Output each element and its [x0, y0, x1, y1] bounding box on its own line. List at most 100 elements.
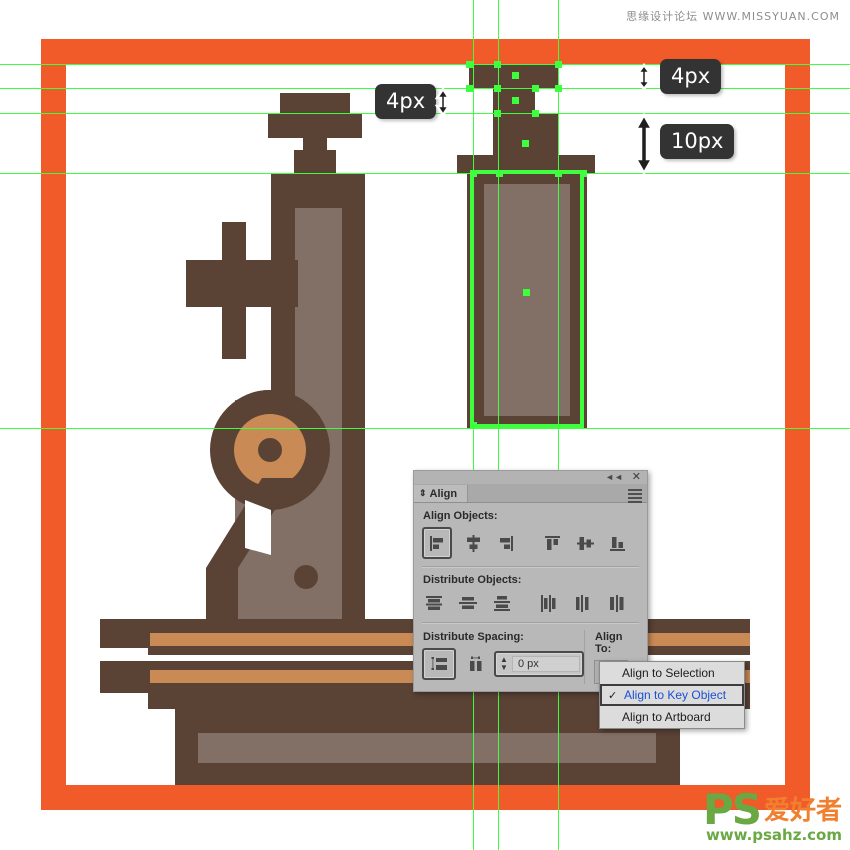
brand-url-text: www.psahz.com: [705, 826, 842, 844]
distribute-horizontal-right-button[interactable]: [605, 591, 629, 615]
horizontal-distribute-space-button[interactable]: [462, 652, 488, 676]
arm-vertical-lower: [222, 307, 246, 359]
anchor-point[interactable]: [555, 85, 562, 92]
anchor-point[interactable]: [470, 170, 477, 177]
anchor-point[interactable]: [555, 61, 562, 68]
horizontal-distribute-right-icon: [610, 594, 624, 612]
head-plate: [268, 113, 362, 138]
align-to-dropdown-menu[interactable]: Align to Selection ✓ Align to Key Object…: [599, 661, 745, 729]
align-horizontal-center-button[interactable]: [462, 531, 485, 555]
measure-label-left-4px: 4px: [375, 84, 437, 120]
table-left-notch-2: [100, 693, 148, 709]
anchor-point[interactable]: [494, 61, 501, 68]
center-point: [512, 97, 519, 104]
checkmark-icon: ✓: [608, 689, 618, 702]
divider: [422, 622, 639, 624]
distribute-horizontal-center-button[interactable]: [571, 591, 595, 615]
align-vertical-top-button[interactable]: [541, 531, 564, 555]
anchor-point[interactable]: [532, 85, 539, 92]
horizontal-distribute-left-icon: [541, 594, 556, 612]
align-objects-label: Align Objects:: [423, 510, 498, 522]
anchor-point[interactable]: [555, 170, 562, 177]
anchor-point[interactable]: [470, 422, 477, 429]
close-icon[interactable]: ✕: [632, 471, 641, 483]
panel-tab-row[interactable]: ⇕ Align: [414, 485, 647, 503]
anchor-point[interactable]: [496, 170, 503, 177]
menu-item-label: Align to Artboard: [622, 710, 711, 724]
distribute-vertical-bottom-button[interactable]: [490, 591, 514, 615]
collapse-icon[interactable]: ◄◄: [605, 473, 623, 482]
vertical-align-top-icon: [545, 535, 561, 550]
guide-horizontal-5: [0, 428, 850, 429]
menu-item-label: Align to Selection: [622, 666, 715, 680]
tab-align[interactable]: ⇕ Align: [414, 485, 469, 502]
anchor-point[interactable]: [466, 61, 473, 68]
align-objects-row: [422, 527, 639, 559]
menu-item-align-to-artboard[interactable]: Align to Artboard: [600, 706, 744, 728]
vertical-distribute-space-icon: [431, 657, 447, 670]
anchor-point[interactable]: [580, 170, 587, 177]
anchor-point[interactable]: [494, 110, 501, 117]
align-to-label: Align To:: [595, 631, 623, 655]
align-vertical-bottom-button[interactable]: [606, 531, 629, 555]
vertical-distribute-bottom-icon: [493, 595, 510, 611]
panel-titlebar[interactable]: ◄◄ ✕: [414, 471, 647, 485]
stepper-arrows-icon[interactable]: ▲ ▼: [496, 656, 512, 672]
distribute-spacing-label: Distribute Spacing:: [423, 631, 524, 643]
distribute-vertical-center-button[interactable]: [456, 591, 480, 615]
double-arrow-icon-right: [633, 113, 655, 175]
anchor-point[interactable]: [466, 85, 473, 92]
base-inset: [198, 733, 656, 763]
head-top-cap: [280, 93, 350, 113]
brand-cn-text: 爱好者: [763, 796, 842, 826]
align-horizontal-left-button[interactable]: [422, 527, 453, 559]
menu-item-label: Align to Key Object: [624, 688, 727, 702]
vertical-distribute-space-button[interactable]: [422, 648, 456, 680]
horizontal-align-right-icon: [500, 535, 514, 551]
spacing-value[interactable]: 0 px: [512, 656, 580, 672]
distribute-objects-row: [422, 591, 639, 615]
anchor-point[interactable]: [532, 110, 539, 117]
spacing-stepper[interactable]: ▲ ▼ 0 px: [494, 651, 584, 677]
distribute-vertical-top-button[interactable]: [422, 591, 446, 615]
double-arrow-icon-left: [434, 87, 452, 117]
horizontal-distribute-center-icon: [576, 594, 589, 612]
distribute-spacing-column: Distribute Spacing: ▲ ▼ 0 px: [422, 630, 584, 684]
head-collar: [294, 150, 336, 174]
chevron-updown-icon: ⇕: [419, 488, 427, 498]
vertical-distribute-center-icon: [458, 596, 477, 609]
selection-bounding-box[interactable]: [470, 170, 584, 428]
align-horizontal-right-button[interactable]: [495, 531, 518, 555]
vertical-distribute-top-icon: [425, 595, 442, 610]
center-point: [512, 72, 519, 79]
align-vertical-center-button[interactable]: [574, 531, 597, 555]
arm-horizontal: [186, 260, 298, 307]
panel-menu-icon[interactable]: [628, 489, 642, 505]
table-left-notch-1: [100, 648, 148, 661]
measure-label-right-4px: 4px: [660, 59, 722, 95]
guide-horizontal-1: [0, 64, 850, 65]
tab-align-label: Align: [429, 487, 458, 500]
measure-label-right-10px: 10px: [660, 124, 735, 160]
distribute-horizontal-left-button[interactable]: [537, 591, 561, 615]
guide-horizontal-4: [0, 173, 850, 174]
menu-item-align-to-selection[interactable]: Align to Selection: [600, 662, 744, 684]
center-point: [522, 140, 529, 147]
distribute-objects-label: Distribute Objects:: [423, 574, 522, 586]
vertical-align-bottom-icon: [610, 536, 626, 551]
screenshot-canvas: 思缘设计论坛 WWW.MISSYUAN.COM 4px 4px 10px ◄◄ …: [0, 0, 850, 850]
brand-ps-text: PS: [702, 785, 762, 835]
vertical-align-center-icon: [576, 536, 594, 550]
brace-rivet: [294, 565, 318, 589]
align-panel[interactable]: ◄◄ ✕ ⇕ Align Align Objects: Distribute O…: [413, 470, 648, 692]
watermark-brand: PS 爱好者: [702, 785, 842, 835]
distribute-spacing-row: ▲ ▼ 0 px: [422, 648, 584, 680]
double-arrow-icon-top-right: [635, 63, 653, 91]
center-point: [523, 289, 530, 296]
horizontal-distribute-space-icon: [469, 656, 481, 671]
wheel-hub-2: [258, 438, 282, 462]
anchor-point[interactable]: [494, 85, 501, 92]
horizontal-align-left-icon: [429, 535, 443, 551]
menu-item-align-to-key-object[interactable]: ✓ Align to Key Object: [600, 684, 744, 706]
divider: [422, 566, 639, 568]
